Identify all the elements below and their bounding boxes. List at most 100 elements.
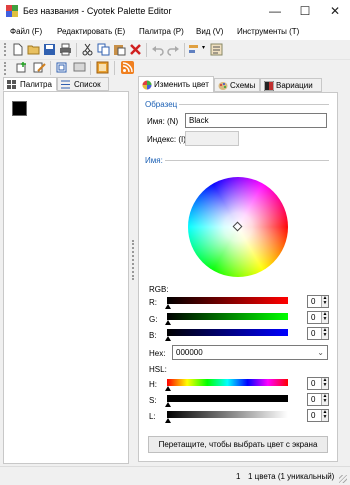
name-label: Имя: (N) [147,117,179,126]
screen-color-picker[interactable]: Перетащите, чтобы выбрать цвет с экрана [148,436,328,453]
delete-icon[interactable] [129,43,142,56]
green-slider[interactable] [167,313,288,320]
toolbar-grip[interactable] [4,62,6,75]
hex-value: 000000 [176,348,203,357]
paste-icon[interactable] [113,43,126,56]
save-icon[interactable] [43,43,56,56]
saturation-value: 0 [311,395,316,404]
splitter-grip[interactable] [132,240,134,280]
cut-icon[interactable] [81,43,94,56]
lightness-slider-thumb[interactable] [165,418,171,423]
maximize-button[interactable]: ☐ [290,0,320,23]
tab-list-label: Список [74,80,101,89]
open-folder-icon[interactable] [27,43,40,56]
index-label: Индекс: (I) [147,135,186,144]
hue-value: 0 [311,379,316,388]
blue-value: 0 [311,329,316,338]
secondary-toolbar [0,59,350,75]
status-bar: 1 1 цвета (1 уникальный) [0,466,350,485]
toolbar-grip[interactable] [4,43,6,56]
hue-slider[interactable] [167,379,288,386]
s-label: S: [149,396,157,405]
saturation-slider[interactable] [167,395,288,402]
g-label: G: [149,315,158,324]
color-wheel[interactable] [188,177,288,277]
hue-spinner[interactable]: 0 ▲ ▼ [307,377,329,390]
tab-list[interactable]: Список [57,77,109,91]
resize-grip[interactable] [339,475,347,483]
properties-icon[interactable] [210,43,223,56]
lightness-value: 0 [311,411,316,420]
blue-slider-thumb[interactable] [165,336,171,341]
tab-palette[interactable]: Палитра [3,77,57,91]
status-count: 1 [236,472,241,481]
green-spinner[interactable]: 0 ▲ ▼ [307,311,329,324]
tab-variations[interactable]: Вариации [260,78,322,92]
green-value: 0 [311,313,316,322]
tab-schemes-label: Схемы [230,81,256,90]
palette-icon [218,82,228,90]
swatch-grid[interactable] [3,91,129,464]
toolbar-separator [114,61,115,75]
edit-color-icon[interactable] [33,61,46,74]
red-slider[interactable] [167,297,288,304]
chevron-down-icon[interactable]: ⌄ [317,346,324,359]
color-swatch[interactable] [12,101,27,116]
print-icon[interactable] [59,43,72,56]
redo-icon[interactable] [167,43,180,56]
dropdown-icon[interactable]: ▾ [202,44,205,51]
blue-spinner[interactable]: 0 ▲ ▼ [307,327,329,340]
red-spinner[interactable]: 0 ▲ ▼ [307,295,329,308]
l-label: L: [149,412,156,421]
app-icon [6,5,18,17]
new-file-icon[interactable] [11,43,24,56]
menu-edit[interactable]: Редактировать (E) [57,27,125,36]
toolbar-separator [90,61,91,75]
saturation-slider-thumb[interactable] [165,402,171,407]
tab-edit-color-label: Изменить цвет [154,80,209,89]
hsl-header: HSL: [149,365,167,374]
saturation-spinner[interactable]: 0 ▲ ▼ [307,393,329,406]
divider [179,104,329,105]
close-button[interactable]: ✕ [320,0,350,23]
copy-icon[interactable] [97,43,110,56]
hex-combobox[interactable]: 000000 ⌄ [172,345,328,360]
variations-icon [264,81,274,91]
spinner-arrows-icon[interactable]: ▲ ▼ [321,296,328,307]
name-input[interactable]: Black [185,113,327,128]
tab-schemes[interactable]: Схемы [214,78,260,92]
status-summary: 1 цвета (1 уникальный) [248,472,335,481]
lightness-slider[interactable] [167,411,288,418]
spinner-arrows-icon[interactable]: ▲ ▼ [321,312,328,323]
wheel-selector-handle[interactable] [232,221,243,232]
sort-icon[interactable] [188,43,201,56]
menu-view[interactable]: Вид (V) [196,27,223,36]
hue-slider-thumb[interactable] [165,386,171,391]
green-slider-thumb[interactable] [165,320,171,325]
index-input[interactable] [185,131,239,146]
spinner-arrows-icon[interactable]: ▲ ▼ [321,394,328,405]
spinner-arrows-icon[interactable]: ▲ ▼ [321,378,328,389]
menu-file[interactable]: Файл (F) [10,27,42,36]
menu-tools[interactable]: Инструменты (T) [237,27,299,36]
grid-icon [7,80,16,89]
fit-icon[interactable] [55,61,68,74]
rss-icon[interactable] [121,61,134,74]
toolbar-separator [50,61,51,75]
lightness-spinner[interactable]: 0 ▲ ▼ [307,409,329,422]
minimize-button[interactable]: — [260,0,290,23]
tab-palette-label: Палитра [20,80,52,89]
add-color-icon[interactable] [15,61,28,74]
menu-palette[interactable]: Палитра (P) [139,27,184,36]
image-palette-icon[interactable] [96,61,109,74]
tab-edit-color[interactable]: Изменить цвет [138,76,214,93]
red-value: 0 [311,297,316,306]
wheel-header: Имя: [145,156,163,165]
screen-capture-icon[interactable] [73,61,86,74]
spinner-arrows-icon[interactable]: ▲ ▼ [321,328,328,339]
red-slider-thumb[interactable] [165,304,171,309]
h-label: H: [149,380,157,389]
spinner-arrows-icon[interactable]: ▲ ▼ [321,410,328,421]
undo-icon[interactable] [151,43,164,56]
blue-slider[interactable] [167,329,288,336]
